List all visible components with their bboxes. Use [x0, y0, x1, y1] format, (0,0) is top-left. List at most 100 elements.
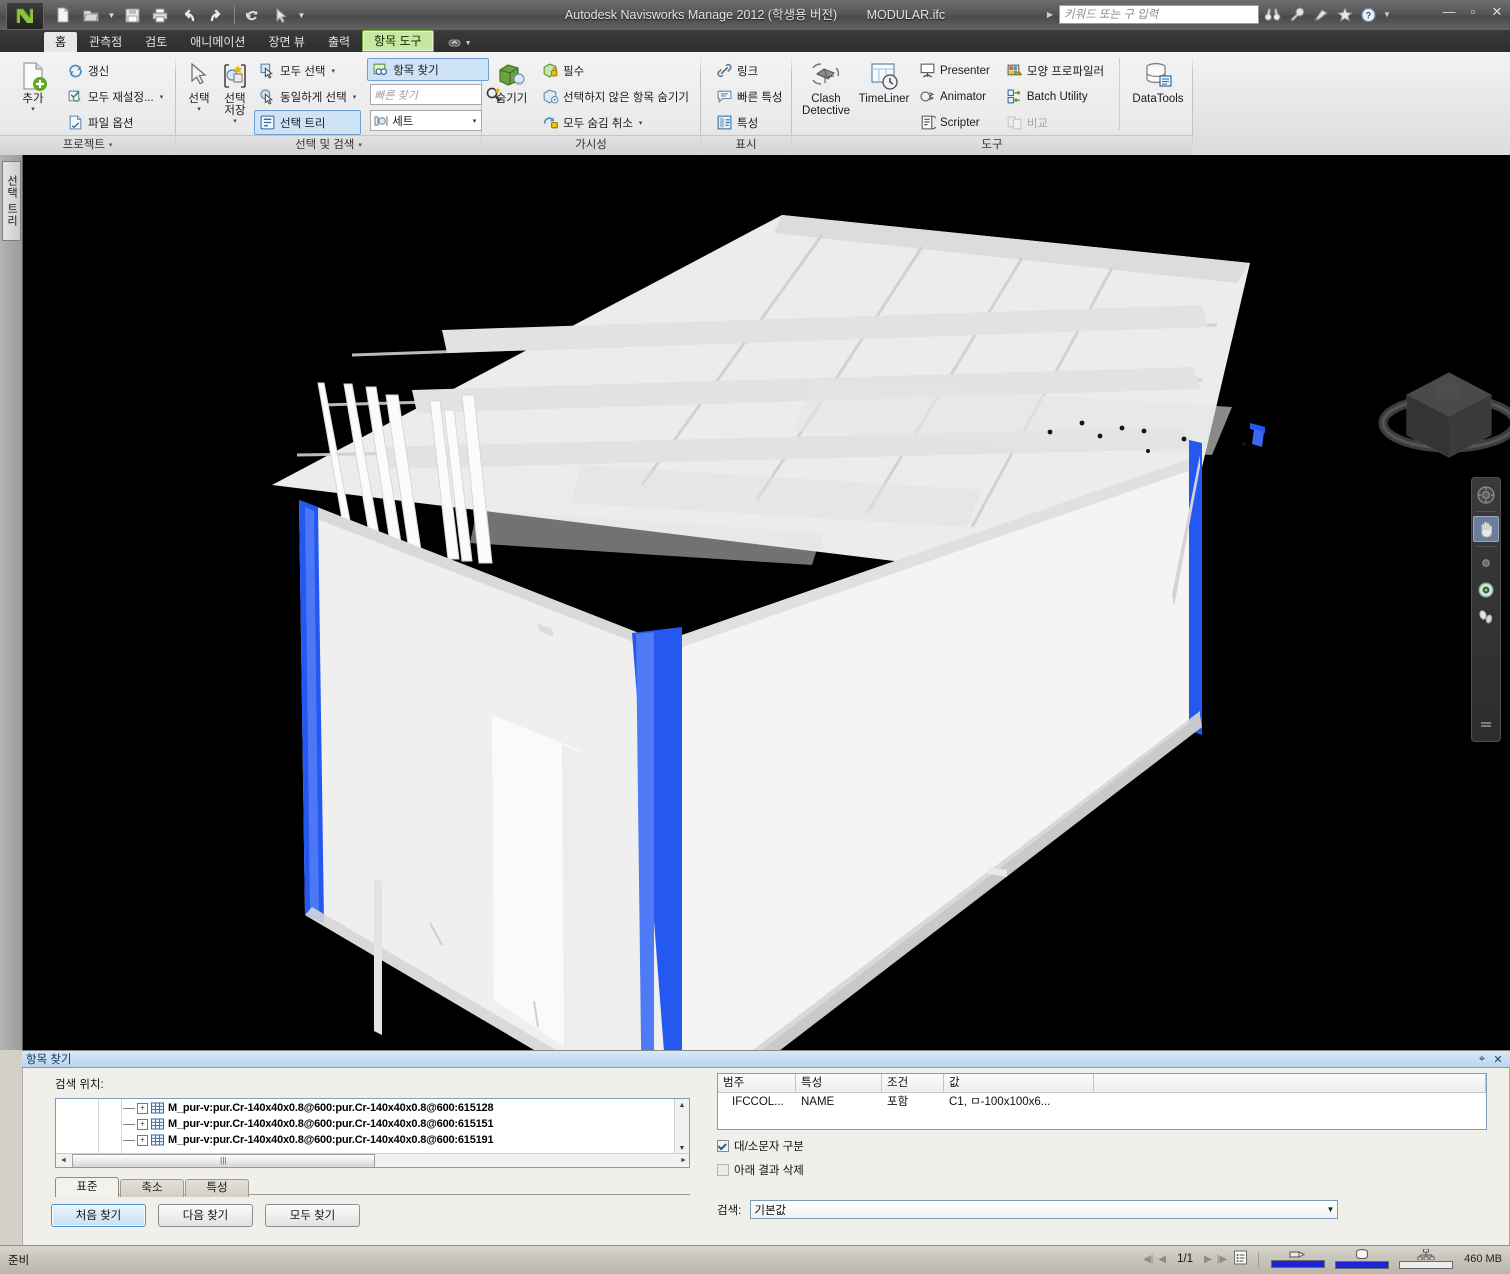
- link-command[interactable]: 링크: [711, 58, 788, 83]
- infocenter-caret-icon[interactable]: ▶: [1044, 10, 1056, 19]
- star-icon[interactable]: [1334, 4, 1355, 25]
- find-first-button[interactable]: 처음 찾기: [51, 1204, 146, 1227]
- expand-icon[interactable]: +: [137, 1134, 148, 1146]
- find-all-button[interactable]: 모두 찾기: [265, 1204, 360, 1227]
- save-selection-button[interactable]: 선택 저장 ▾: [218, 56, 252, 126]
- tab-standard[interactable]: 표준: [55, 1177, 119, 1197]
- column-header-extra[interactable]: [1094, 1074, 1486, 1092]
- table-row[interactable]: + M_pur-v:pur.Cr-140x40x0.8@600:pur.Cr-1…: [122, 1132, 689, 1148]
- wrench-icon[interactable]: [1286, 4, 1307, 25]
- close-button[interactable]: ✕: [1490, 5, 1504, 19]
- select-title-caret[interactable]: ▾: [358, 136, 362, 155]
- search-mode-dropdown[interactable]: 기본값 ▼: [750, 1200, 1339, 1219]
- select-cursor-icon[interactable]: [268, 2, 294, 28]
- expand-icon[interactable]: +: [137, 1118, 148, 1130]
- new-file-icon[interactable]: [50, 2, 76, 28]
- scroll-left-icon[interactable]: ◄: [56, 1157, 71, 1164]
- tab-output[interactable]: 출력: [317, 32, 361, 52]
- presenter-command[interactable]: Presenter: [914, 58, 995, 83]
- navbar-menu-icon[interactable]: [1474, 713, 1498, 737]
- selection-tree-command[interactable]: 선택 트리: [254, 110, 362, 135]
- sheet-list-icon[interactable]: [1233, 1250, 1248, 1268]
- walk-icon[interactable]: [1474, 605, 1498, 629]
- maximize-button[interactable]: ▫: [1466, 5, 1480, 19]
- batch-utility-command[interactable]: Batch Utility: [1001, 84, 1109, 109]
- properties-command[interactable]: 특성: [711, 110, 788, 135]
- scroll-up-icon[interactable]: ▲: [675, 1099, 689, 1112]
- help-icon[interactable]: ?: [1358, 4, 1379, 25]
- match-case-checkbox[interactable]: [717, 1140, 729, 1152]
- scroll-thumb[interactable]: |||: [72, 1153, 375, 1167]
- tree-vertical-scrollbar[interactable]: ▲ ▼: [674, 1099, 689, 1155]
- orbit-icon[interactable]: [1474, 578, 1498, 602]
- select-same-command[interactable]: 동일하게 선택 ▾: [254, 84, 361, 109]
- next-sheet-button[interactable]: ▶: [1204, 1254, 1212, 1265]
- project-title-caret[interactable]: ▾: [109, 136, 113, 155]
- ribbon-group-project-title[interactable]: 프로젝트 ▾: [0, 135, 175, 155]
- prune-results-checkbox[interactable]: [717, 1164, 729, 1176]
- refresh-command[interactable]: 갱신: [62, 58, 168, 83]
- satellite-icon[interactable]: [1310, 4, 1331, 25]
- qat-dropdown-caret[interactable]: ▼: [296, 3, 307, 27]
- reset-all-command[interactable]: 모두 재설정... ▾: [62, 84, 168, 109]
- hide-button[interactable]: 숨기기: [488, 56, 535, 106]
- required-command[interactable]: 필수: [537, 58, 694, 83]
- binoculars-icon[interactable]: [1262, 4, 1283, 25]
- select-same-caret[interactable]: ▾: [353, 93, 357, 101]
- chevron-down-icon[interactable]: ▼: [1326, 1205, 1334, 1214]
- ribbon-group-select-title[interactable]: 선택 및 검색 ▾: [176, 135, 481, 155]
- ribbon-group-tools-title[interactable]: 도구: [792, 135, 1192, 155]
- select-all-caret[interactable]: ▾: [332, 67, 336, 75]
- zoom-icon[interactable]: [1474, 551, 1498, 575]
- tab-animation[interactable]: 애니메이션: [179, 32, 256, 52]
- table-row[interactable]: + M_pur-v:pur.Cr-140x40x0.8@600:pur.Cr-1…: [122, 1100, 689, 1116]
- scroll-right-icon[interactable]: ►: [676, 1157, 689, 1164]
- application-menu-button[interactable]: [6, 2, 44, 30]
- tab-home[interactable]: 홈: [44, 32, 78, 52]
- search-conditions-grid[interactable]: 범주 특성 조건 값 IFCCOL... NAME 포함 C1, ㅁ-100x1…: [717, 1073, 1487, 1130]
- column-header-condition[interactable]: 조건: [882, 1074, 944, 1092]
- search-scope-tree[interactable]: + M_pur-v:pur.Cr-140x40x0.8@600:pur.Cr-1…: [55, 1098, 690, 1168]
- scripter-command[interactable]: Scripter: [914, 110, 995, 135]
- open-file-icon[interactable]: [78, 2, 104, 28]
- steering-wheel-icon[interactable]: [1474, 483, 1498, 507]
- minimize-button[interactable]: —: [1442, 5, 1456, 19]
- add-button-caret[interactable]: ▾: [31, 106, 35, 113]
- quick-properties-command[interactable]: 빠른 특성: [711, 84, 788, 109]
- datatools-button[interactable]: DataTools: [1130, 56, 1186, 106]
- ribbon-group-visibility-title[interactable]: 가시성: [482, 135, 700, 155]
- open-dropdown-caret[interactable]: ▼: [106, 3, 117, 27]
- find-items-command[interactable]: 항목 찾기: [367, 58, 490, 81]
- timeliner-button[interactable]: TimeLiner: [856, 56, 912, 106]
- column-header-value[interactable]: 값: [944, 1074, 1094, 1092]
- clash-detective-button[interactable]: Clash Detective: [798, 56, 854, 118]
- find-next-button[interactable]: 다음 찾기: [158, 1204, 253, 1227]
- select-button[interactable]: 선택 ▾: [182, 56, 216, 114]
- close-icon[interactable]: ✕: [1490, 1052, 1506, 1067]
- file-options-command[interactable]: 파일 옵션: [62, 110, 168, 135]
- hide-unselected-command[interactable]: 선택하지 않은 항목 숨기기: [537, 84, 694, 109]
- tree-horizontal-scrollbar[interactable]: ◄ ||| ►: [56, 1153, 689, 1167]
- appearance-profiler-command[interactable]: 모양 프로파일러: [1001, 58, 1109, 83]
- tab-viewscene[interactable]: 장면 뷰: [257, 32, 315, 52]
- table-row[interactable]: + M_pur-v:pur.Cr-140x40x0.8@600:pur.Cr-1…: [122, 1116, 689, 1132]
- tab-properties[interactable]: 특성: [185, 1179, 249, 1197]
- refresh-icon[interactable]: [240, 2, 266, 28]
- select-all-command[interactable]: 모두 선택 ▾: [254, 58, 361, 83]
- undo-icon[interactable]: [175, 2, 201, 28]
- add-button[interactable]: 추가 ▾: [6, 56, 60, 114]
- unhide-all-caret[interactable]: ▾: [639, 119, 643, 127]
- reset-all-caret[interactable]: ▾: [160, 93, 164, 101]
- prune-results-row[interactable]: 아래 결과 삭제: [717, 1162, 804, 1178]
- help-dropdown-caret[interactable]: ▼: [1382, 10, 1392, 19]
- tab-viewpoint[interactable]: 관측점: [78, 32, 133, 52]
- sets-dropdown[interactable]: 세트 ▾: [370, 110, 483, 131]
- table-row[interactable]: IFCCOL... NAME 포함 C1, ㅁ-100x100x6...: [718, 1093, 1486, 1111]
- sets-caret[interactable]: ▾: [473, 117, 480, 125]
- save-icon[interactable]: [119, 2, 145, 28]
- search-input[interactable]: 키워드 또는 구 입력: [1059, 5, 1259, 24]
- match-case-row[interactable]: 대/소문자 구분: [717, 1138, 804, 1154]
- redo-icon[interactable]: [203, 2, 229, 28]
- expand-icon[interactable]: +: [137, 1102, 148, 1114]
- last-sheet-button[interactable]: |▶: [1217, 1254, 1227, 1265]
